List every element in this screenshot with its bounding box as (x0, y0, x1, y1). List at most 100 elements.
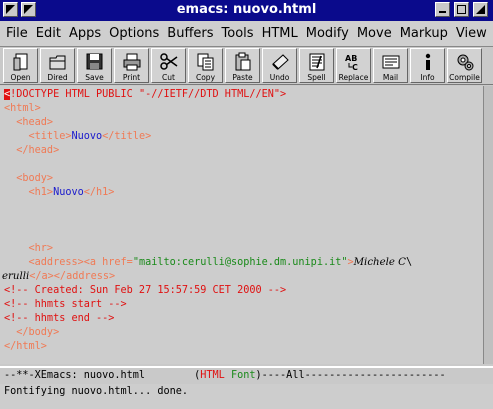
paste-label: Paste (232, 73, 253, 82)
undo-button[interactable]: Undo (262, 48, 297, 83)
printer-icon (123, 53, 140, 71)
doctype-text: !DOCTYPE HTML PUBLIC "-//IETF//DTD HTML/… (10, 89, 287, 100)
menu-file[interactable]: File (6, 26, 28, 41)
maximize-button[interactable] (454, 2, 469, 17)
open-file-icon (13, 53, 27, 71)
comment-line: <!-- hhmts end --> (4, 313, 115, 324)
menu-tools[interactable]: Tools (222, 26, 254, 41)
dired-label: Dired (47, 73, 68, 82)
code-line: <body> (4, 173, 54, 184)
menu-buffers[interactable]: Buffers (167, 26, 213, 41)
spell-label: Spell (307, 73, 326, 82)
title-text: Nuovo (71, 131, 103, 142)
code-line: </body> (4, 327, 60, 338)
title-bar: emacs: nuovo.html (0, 0, 493, 21)
copy-button[interactable]: Copy (188, 48, 223, 83)
code-line: <head> (4, 117, 54, 128)
folder-icon (49, 55, 65, 70)
mail-button[interactable]: Mail (373, 48, 408, 83)
minimize-icon (439, 11, 446, 13)
continuation-mark: \ (405, 257, 413, 268)
copy-icon (197, 53, 213, 71)
mode-line: --**-XEmacs: nuovo.html (HTML Font)----A… (0, 366, 493, 386)
comment-line: <!-- hhmts start --> (4, 299, 127, 310)
address-open-tag: <address> (4, 257, 84, 268)
svg-text:AB: AB (345, 54, 357, 63)
menu-move[interactable]: Move (357, 26, 392, 41)
menu-edit[interactable]: Edit (36, 26, 61, 41)
title-open-tag: <title> (4, 131, 72, 142)
print-button[interactable]: Print (114, 48, 149, 83)
compile-label: Compile (449, 73, 480, 82)
cut-button[interactable]: Cut (151, 48, 186, 83)
code-line: <html> (4, 103, 41, 114)
mail-label: Mail (382, 73, 399, 82)
close-button[interactable] (473, 2, 488, 17)
code-line: <address><a href="mailto:cerulli@sophie.… (4, 256, 413, 270)
dired-button[interactable]: Dired (40, 48, 75, 83)
info-label: Info (420, 73, 435, 82)
code-line: <title>Nuovo</title> (4, 130, 152, 144)
h1-open-tag: <h1> (4, 187, 54, 198)
compile-icon (457, 54, 473, 71)
menu-html[interactable]: HTML (262, 26, 298, 41)
menu-modify[interactable]: Modify (306, 26, 349, 41)
save-label: Save (85, 73, 104, 82)
spell-button[interactable]: Spell (299, 48, 334, 83)
menu-apps[interactable]: Apps (69, 26, 101, 41)
href-value: "mailto:cerulli@sophie.dm.unipi.it" (132, 257, 348, 268)
close-icon (476, 5, 485, 14)
code-line: <h1>Nuovo</h1> (4, 186, 115, 200)
save-button[interactable]: Save (77, 48, 112, 83)
vertical-scrollbar[interactable] (483, 86, 493, 364)
compile-button[interactable]: Compile (447, 48, 482, 83)
menu-bar: File Edit Apps Options Buffers Tools HTM… (0, 21, 493, 47)
open-button[interactable]: Open (3, 48, 38, 83)
h1-text: Nuovo (53, 187, 84, 198)
print-label: Print (122, 73, 141, 82)
modeline-position: )----All----------------------- (255, 370, 446, 381)
svg-text:C: C (352, 63, 358, 72)
address-close-tag: </address> (53, 271, 116, 282)
maximize-icon (457, 5, 466, 14)
code-line: erulli</a></address> (2, 270, 115, 284)
code-line: </html> (4, 341, 47, 352)
menu-markup[interactable]: Markup (400, 26, 448, 41)
spellcheck-icon (309, 53, 324, 71)
menu-options[interactable]: Options (109, 26, 159, 41)
undo-icon (271, 54, 289, 70)
echo-area: Fontifying nuovo.html... done. (0, 384, 493, 409)
scissors-icon (159, 53, 177, 70)
modeline-major-mode[interactable]: HTML (200, 370, 225, 381)
modeline-minor-mode[interactable]: Font (231, 370, 256, 381)
undo-label: Undo (269, 73, 290, 82)
author-name: Michele C (353, 257, 406, 268)
open-label: Open (10, 73, 31, 82)
paste-button[interactable]: Paste (225, 48, 260, 83)
paste-icon (235, 52, 250, 71)
replace-label: Replace (338, 73, 369, 82)
comment-line: <!-- Created: Sun Feb 27 15:57:59 CET 20… (4, 285, 287, 296)
editor-buffer[interactable]: <!DOCTYPE HTML PUBLIC "-//IETF//DTD HTML… (0, 86, 493, 364)
floppy-disk-icon (86, 53, 102, 70)
replace-button[interactable]: AB C Replace (336, 48, 371, 83)
minimize-button[interactable] (435, 2, 450, 17)
toolbar: Open Dired Save Print Cut Copy Paste Und… (0, 47, 493, 85)
title-close-tag: </title> (102, 131, 152, 142)
code-line: </head> (4, 145, 60, 156)
h1-close-tag: </h1> (83, 187, 115, 198)
modeline-buffer: --**-XEmacs: nuovo.html ( (4, 370, 201, 381)
author-name-cont: erulli (2, 271, 30, 282)
menu-view[interactable]: View (456, 26, 487, 41)
anchor-close-tag: </a> (29, 271, 54, 282)
info-icon (425, 53, 430, 70)
mail-icon (382, 55, 399, 69)
code-line: <hr> (4, 243, 54, 254)
anchor-open-tag: <a href= (83, 257, 133, 268)
code-line: <!DOCTYPE HTML PUBLIC "-//IETF//DTD HTML… (4, 88, 286, 102)
info-button[interactable]: Info (410, 48, 445, 83)
replace-icon: ABC (345, 54, 358, 72)
window-title: emacs: nuovo.html (176, 2, 317, 17)
cut-label: Cut (162, 73, 175, 82)
copy-label: Copy (195, 73, 216, 82)
